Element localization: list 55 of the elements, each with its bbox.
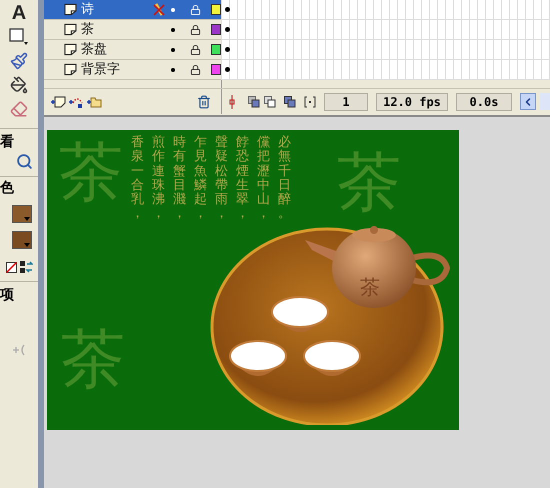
poem-column: 聲疑松帶雨，: [215, 136, 228, 222]
layer-row[interactable]: 茶盘: [44, 40, 221, 60]
teapot-character: 茶: [360, 276, 380, 298]
pencil-crossed-icon: [152, 2, 164, 16]
layer-color-swatch[interactable]: [210, 64, 221, 75]
layer-page-icon: [64, 43, 77, 56]
onion-markers-icon[interactable]: [304, 96, 316, 108]
stroke-color-swatch[interactable]: [12, 205, 32, 223]
layer-name: 茶: [80, 22, 95, 38]
layer-page-icon: [64, 63, 77, 76]
fill-color-swatch[interactable]: [12, 231, 32, 249]
poem-column: 必無千日醉。: [278, 136, 291, 222]
delete-layer-icon[interactable]: [197, 94, 211, 108]
text-tool[interactable]: A: [12, 2, 26, 24]
zoom-tool-icon[interactable]: [16, 153, 32, 170]
edit-multiple-frames-icon[interactable]: [284, 96, 296, 108]
onion-skin-outlines-icon[interactable]: [264, 96, 276, 108]
layer-name: 茶盘: [80, 42, 108, 58]
scroll-left-button[interactable]: [520, 93, 536, 110]
lock-icon[interactable]: [190, 24, 201, 36]
layer-row[interactable]: 茶: [44, 20, 221, 40]
eraser-tool-icon[interactable]: [10, 100, 28, 118]
rectangle-tool-icon[interactable]: [9, 28, 29, 46]
layer-color-swatch[interactable]: [210, 4, 221, 15]
no-color-icon[interactable]: [6, 262, 16, 272]
layer-color-swatch[interactable]: [210, 24, 221, 35]
add-layer-icon[interactable]: [50, 95, 66, 108]
poem-column: 儻把瀝中山，: [257, 136, 270, 222]
poem-column: 煎作連珠沸，: [152, 136, 165, 222]
poem-column: 乍見魚鱗起，: [194, 136, 207, 222]
layer-page-icon: [64, 23, 77, 36]
add-folder-icon[interactable]: [86, 95, 102, 108]
elapsed-time-field: 0.0s: [456, 92, 512, 110]
layer-name: 背景字: [80, 62, 121, 78]
paint-bucket-tool-icon[interactable]: [10, 76, 28, 94]
scrollbar-track: [540, 93, 550, 110]
layer-color-swatch[interactable]: [210, 44, 221, 55]
options-label: 项: [0, 286, 14, 304]
poem-column: 香泉一合乳，: [131, 136, 144, 222]
frame-rate-field: 12.0 fps: [376, 92, 448, 110]
view-label: 看: [0, 133, 14, 151]
lock-icon[interactable]: [190, 64, 201, 76]
layer-row[interactable]: 背景字: [44, 60, 221, 80]
current-frame-field: 1: [324, 92, 368, 110]
color-label: 色: [0, 179, 14, 197]
layer-page-icon: [64, 3, 77, 16]
swap-colors-icon[interactable]: [20, 261, 32, 273]
onion-skin-icon[interactable]: [248, 96, 260, 108]
lock-icon[interactable]: [190, 44, 201, 56]
poem-column: 餑恐煙生翠，: [236, 136, 249, 222]
playhead-center-icon[interactable]: [228, 94, 236, 108]
layer-name: 诗: [80, 2, 95, 18]
layer-row[interactable]: 诗: [44, 0, 221, 20]
brush-tool-icon[interactable]: [10, 52, 28, 70]
poem-column: 時有蟹目濺，: [173, 136, 186, 222]
